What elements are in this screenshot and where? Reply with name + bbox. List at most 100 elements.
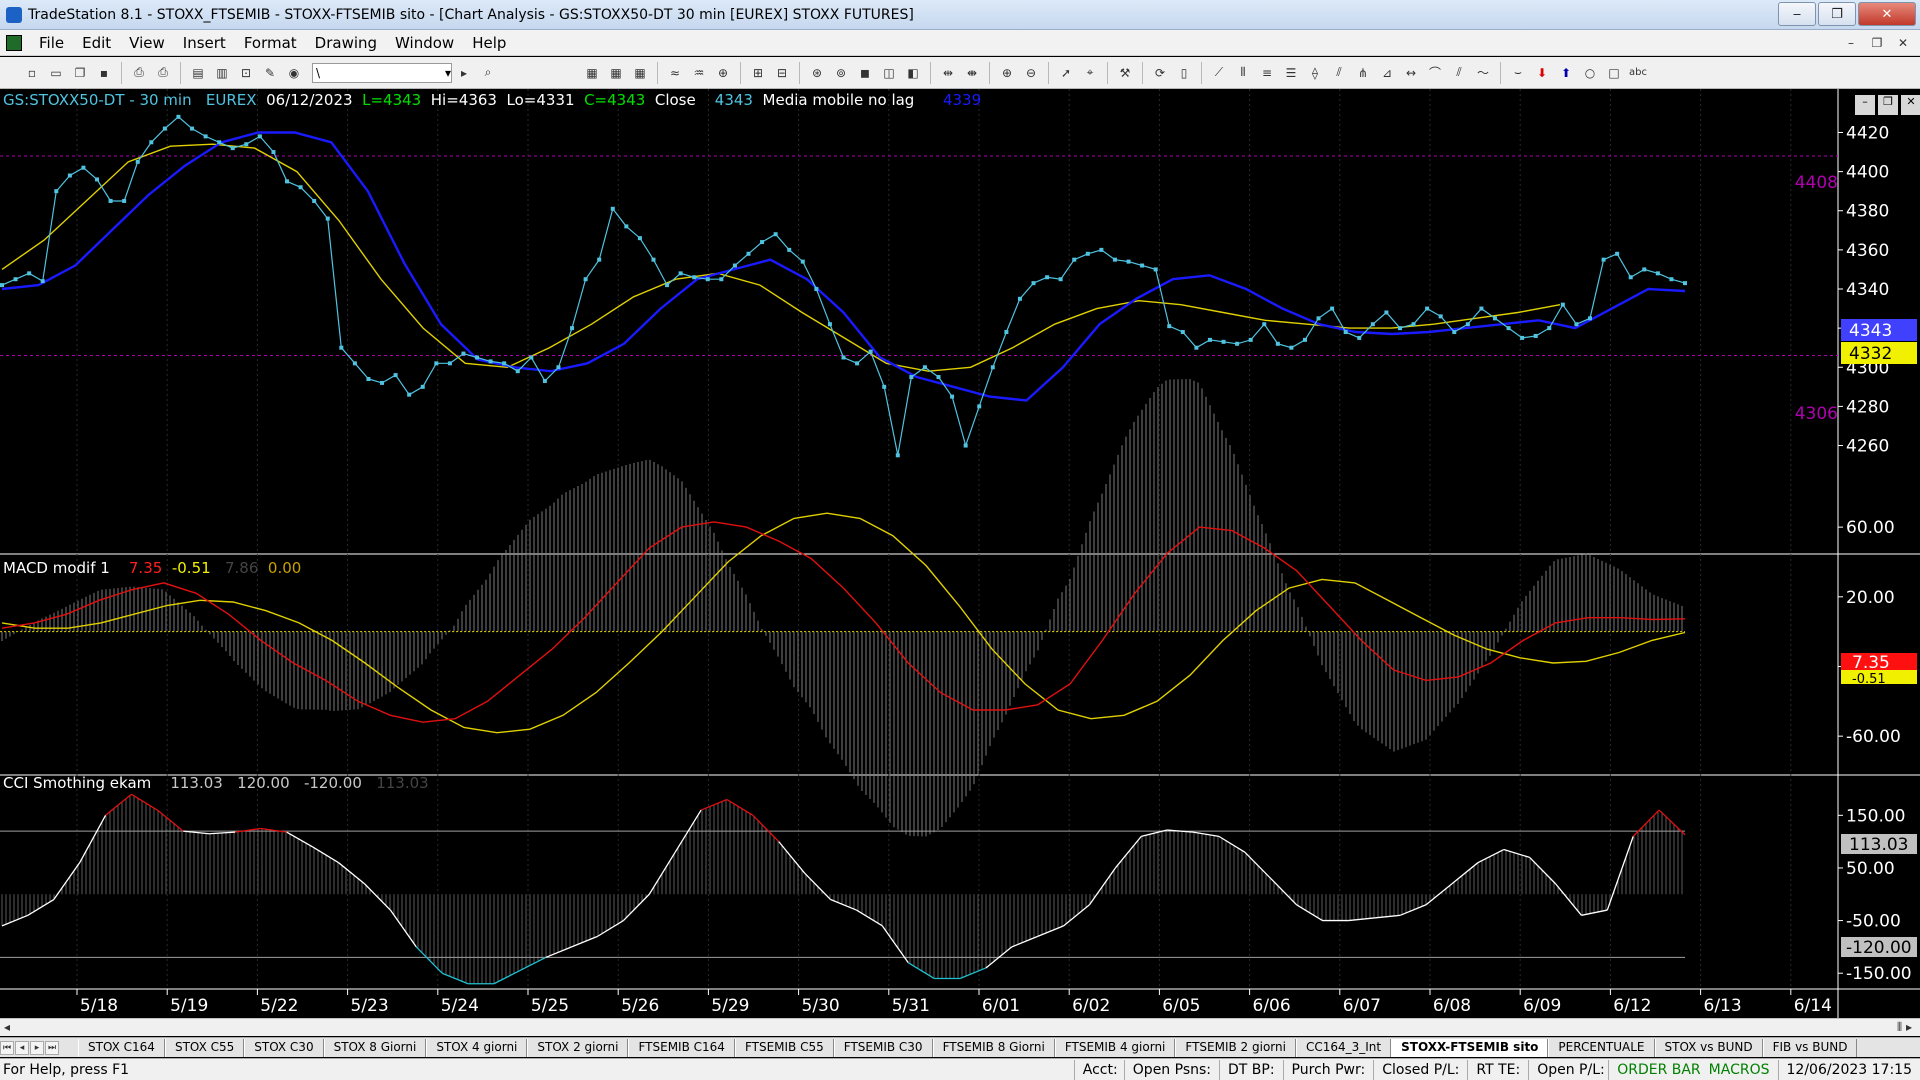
menu-file[interactable]: File: [30, 34, 73, 52]
chart-canvas[interactable]: 4408 4306 442044004380436043404320430042…: [0, 89, 1920, 1024]
horizontal-lines-icon[interactable]: ≡: [1257, 63, 1277, 83]
minimize-button[interactable]: ‒: [1778, 2, 1816, 26]
tab-stoxx-ftsemib-sito[interactable]: STOXX-FTSEMIB sito: [1391, 1038, 1549, 1057]
tab-prev-icon[interactable]: ◂: [15, 1040, 29, 1055]
refresh-icon[interactable]: ⟳: [1150, 63, 1170, 83]
horizontal-arrow-icon[interactable]: ↔: [1401, 63, 1421, 83]
tab-stox-c30[interactable]: STOX C30: [244, 1038, 324, 1057]
zoom-in-icon[interactable]: ⊕: [997, 63, 1017, 83]
scroll-thumb-icon[interactable]: ⦀ ▸: [1897, 1020, 1912, 1035]
fib-retracement-icon[interactable]: ☰: [1281, 63, 1301, 83]
find-icon[interactable]: ⌕: [478, 63, 498, 83]
chart-analysis-window[interactable]: 4408 4306 442044004380436043404320430042…: [0, 89, 1920, 1024]
close-button[interactable]: ✕: [1858, 2, 1916, 26]
arc-icon[interactable]: ⌒: [1425, 63, 1445, 83]
tab-ftsemib-4-giorni[interactable]: FTSEMIB 4 giorni: [1054, 1038, 1176, 1057]
rectangle-icon[interactable]: □: [1604, 63, 1624, 83]
open-folder-icon[interactable]: ▭: [46, 63, 66, 83]
data-tip-icon[interactable]: ⌖: [1080, 63, 1100, 83]
grid-3-icon[interactable]: ▦: [630, 63, 650, 83]
tab-last-icon[interactable]: ⏭: [45, 1040, 59, 1055]
menu-drawing[interactable]: Drawing: [306, 34, 386, 52]
tab-ftsemib-c55[interactable]: FTSEMIB C55: [734, 1038, 834, 1057]
mdi-close-button[interactable]: ✕: [1892, 33, 1914, 53]
copy-icon[interactable]: ❐: [70, 63, 90, 83]
menu-help[interactable]: Help: [463, 34, 515, 52]
scroll-left-icon[interactable]: ◂: [4, 1020, 10, 1034]
trendline-icon[interactable]: ⟋: [1209, 63, 1229, 83]
ellipse-icon[interactable]: ○: [1580, 63, 1600, 83]
tools-icon[interactable]: ⚒: [1115, 63, 1135, 83]
play-arrow-icon[interactable]: ▸: [454, 63, 474, 83]
subwindow-minimize-button[interactable]: –: [1855, 95, 1875, 115]
gann-fan-icon[interactable]: ⊿: [1377, 63, 1397, 83]
chart-window-icon[interactable]: [6, 34, 22, 51]
tab-fib-vs-bund[interactable]: FIB vs BUND: [1762, 1038, 1858, 1057]
tab-stox-c55[interactable]: STOX C55: [164, 1038, 245, 1057]
tab-percentuale[interactable]: PERCENTUALE: [1548, 1038, 1655, 1057]
vertical-lines-icon[interactable]: ⦀: [1233, 63, 1253, 83]
save-icon[interactable]: ▪: [94, 63, 114, 83]
speed-lines-icon[interactable]: ⫽: [1329, 63, 1349, 83]
drawing-object-combo[interactable]: \ ▾: [312, 62, 452, 83]
grid-1-icon[interactable]: ▦: [582, 63, 602, 83]
tab-stox-2-giorni[interactable]: STOX 2 giorni: [527, 1038, 629, 1057]
tab-ftsemib-c30[interactable]: FTSEMIB C30: [833, 1038, 933, 1057]
tab-stox-c164[interactable]: STOX C164: [78, 1038, 165, 1057]
fib-fan-icon[interactable]: ⟠: [1305, 63, 1325, 83]
subwindow-restore-button[interactable]: ❐: [1878, 95, 1898, 115]
arrow-up-icon[interactable]: ⬆: [1556, 63, 1576, 83]
tab-first-icon[interactable]: ⏮: [0, 1040, 14, 1055]
chart-style-2-icon[interactable]: ♒: [689, 63, 709, 83]
restore-button[interactable]: ❐: [1818, 2, 1856, 26]
insert-window-icon[interactable]: ⊟: [772, 63, 792, 83]
lock-icon[interactable]: ⊡: [236, 63, 256, 83]
color-palette-icon[interactable]: ◉: [284, 63, 304, 83]
freehand-icon[interactable]: 〜: [1473, 63, 1493, 83]
macros-indicator[interactable]: MACROS: [1709, 1060, 1778, 1080]
zoom-out-icon[interactable]: ⊖: [1021, 63, 1041, 83]
chart-style-3-icon[interactable]: ⊕: [713, 63, 733, 83]
tab-stox-vs-bund[interactable]: STOX vs BUND: [1654, 1038, 1763, 1057]
pointer-icon[interactable]: ➚: [1056, 63, 1076, 83]
matrix-icon[interactable]: ⊚: [831, 63, 851, 83]
mdi-restore-button[interactable]: ❐: [1866, 33, 1888, 53]
text-tool-icon[interactable]: abc: [1628, 63, 1648, 83]
print-preview-icon[interactable]: ⎙: [153, 63, 173, 83]
chart-style-1-icon[interactable]: ≈: [665, 63, 685, 83]
arrow-down-icon[interactable]: ⬇: [1532, 63, 1552, 83]
options-icon[interactable]: ◧: [903, 63, 923, 83]
tab-stox-4-giorni[interactable]: STOX 4 giorni: [426, 1038, 528, 1057]
tab-ftsemib-c164[interactable]: FTSEMIB C164: [628, 1038, 735, 1057]
tab-ftsemib-2-giorni[interactable]: FTSEMIB 2 giorni: [1175, 1038, 1296, 1057]
portfolio-icon[interactable]: ◫: [879, 63, 899, 83]
tab-cc164-3-int[interactable]: CC164_3_Int: [1295, 1038, 1392, 1057]
andrews-pitchfork-icon[interactable]: ⋔: [1353, 63, 1373, 83]
bar-compress-icon[interactable]: ⇼: [962, 63, 982, 83]
curve-icon[interactable]: ⌣: [1508, 63, 1528, 83]
subwindow-close-button[interactable]: ✕: [1901, 95, 1920, 115]
bar-spacing-icon[interactable]: ⇹: [938, 63, 958, 83]
channel-icon[interactable]: ⫽: [1449, 63, 1469, 83]
grid-2-icon[interactable]: ▦: [606, 63, 626, 83]
menu-insert[interactable]: Insert: [174, 34, 235, 52]
menu-view[interactable]: View: [120, 34, 174, 52]
tab-next-icon[interactable]: ▸: [30, 1040, 44, 1055]
window-list-icon[interactable]: ▤: [188, 63, 208, 83]
window-tile-icon[interactable]: ▥: [212, 63, 232, 83]
tab-ftsemib-8-giorni[interactable]: FTSEMIB 8 Giorni: [932, 1038, 1055, 1057]
menu-edit[interactable]: Edit: [73, 34, 120, 52]
new-file-icon[interactable]: ▫: [22, 63, 42, 83]
radar-icon[interactable]: ⊛: [807, 63, 827, 83]
tab-stox-8-giorni[interactable]: STOX 8 Giorni: [323, 1038, 427, 1057]
insert-analysis-icon[interactable]: ⊞: [748, 63, 768, 83]
horizontal-scrollbar[interactable]: ◂ ⦀ ▸: [0, 1018, 1920, 1036]
menu-window[interactable]: Window: [386, 34, 463, 52]
menu-format[interactable]: Format: [235, 34, 306, 52]
scanner-icon[interactable]: ◼: [855, 63, 875, 83]
print-icon[interactable]: ⎙: [129, 63, 149, 83]
page-icon[interactable]: ▯: [1174, 63, 1194, 83]
draw-tools-icon[interactable]: ✎: [260, 63, 280, 83]
order-bar-indicator[interactable]: ORDER BAR: [1608, 1059, 1708, 1080]
mdi-minimize-button[interactable]: –: [1840, 33, 1862, 53]
